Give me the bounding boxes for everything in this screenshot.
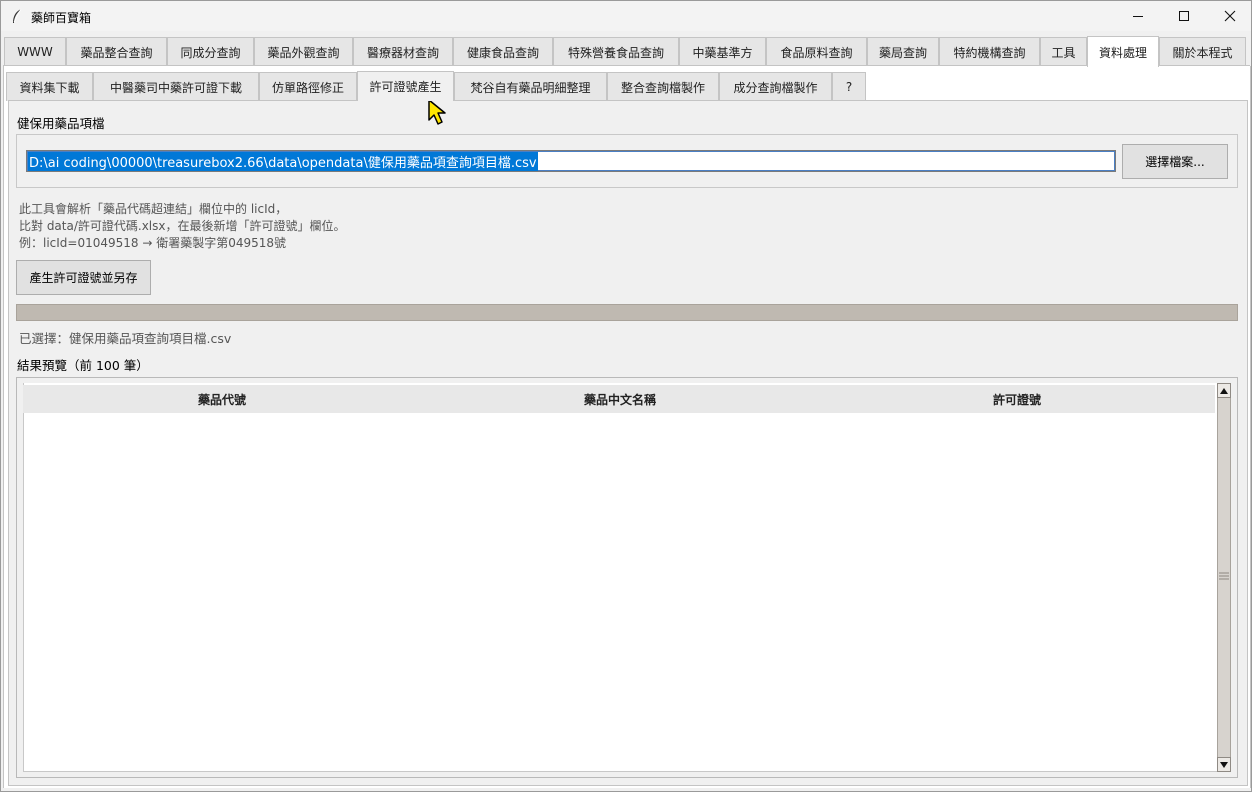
subtab-label: 許可證號產生	[369, 80, 442, 94]
close-icon	[1224, 10, 1236, 22]
scroll-up-button[interactable]	[1217, 383, 1231, 398]
window-title: 藥師百寶箱	[31, 11, 92, 25]
tab-label: 藥局查詢	[878, 45, 927, 60]
subtab-integrated-file-build[interactable]: 整合查詢檔製作	[607, 72, 719, 101]
column-header-license-number[interactable]: 許可證號	[819, 385, 1215, 413]
column-header-drug-chinese-name[interactable]: 藥品中文名稱	[421, 385, 819, 413]
tab-data-processing[interactable]: 資料處理	[1087, 36, 1159, 67]
tab-label: 特約機構查詢	[953, 45, 1026, 60]
subtab-leaflet-path-fix[interactable]: 仿單路徑修正	[259, 72, 357, 101]
tab-label: 同成分查詢	[180, 45, 241, 60]
app-window: 藥師百寶箱 WWW 藥品整合查詢 同成分查詢 藥品外觀查詢 醫療器材查詢 健康食…	[0, 0, 1252, 792]
scroll-up-arrow-icon	[1220, 387, 1228, 394]
description-line: 比對 data/許可證代碼.xlsx，在最後新增「許可證號」欄位。	[19, 219, 346, 233]
subtab-label: 資料集下載	[19, 80, 80, 95]
tab-label: 食品原料查詢	[780, 45, 853, 60]
description-line: 例：licId=01049518 → 衛署藥製字第049518號	[19, 236, 287, 250]
tab-integrated-drug-search[interactable]: 藥品整合查詢	[66, 37, 167, 66]
subtab-ingredient-file-build[interactable]: 成分查詢檔製作	[719, 72, 832, 101]
subtab-dataset-download[interactable]: 資料集下載	[6, 72, 93, 101]
tab-health-food-search[interactable]: 健康食品查詢	[453, 37, 553, 66]
result-table[interactable]	[23, 383, 1217, 772]
tab-pharmacy-search[interactable]: 藥局查詢	[867, 37, 939, 66]
sub-tab-bar: 資料集下載 中醫藥司中藥許可證下載 仿單路徑修正 許可證號產生 梵谷自有藥品明細…	[6, 71, 906, 101]
tab-drug-appearance-search[interactable]: 藥品外觀查詢	[254, 37, 353, 66]
subtab-label: 仿單路徑修正	[271, 80, 344, 95]
scroll-down-button[interactable]	[1217, 757, 1231, 772]
feather-icon	[13, 8, 22, 23]
file-path-text: D:\ai coding\00000\treasurebox2.66\data\…	[28, 151, 538, 171]
subtab-label: 梵谷自有藥品明細整理	[470, 80, 591, 95]
scroll-down-arrow-icon	[1220, 761, 1228, 768]
tab-same-ingredient-search[interactable]: 同成分查詢	[167, 37, 254, 66]
subtab-vangogh-drug-list[interactable]: 梵谷自有藥品明細整理	[454, 72, 607, 101]
file-path-input[interactable]: D:\ai coding\00000\treasurebox2.66\data\…	[26, 150, 1116, 172]
choose-file-button[interactable]: 選擇檔案...	[1122, 144, 1228, 179]
subtab-tcm-license-download[interactable]: 中醫藥司中藥許可證下載	[93, 72, 259, 101]
tab-label: 健康食品查詢	[466, 45, 539, 60]
title-bar: 藥師百寶箱	[1, 1, 1251, 31]
minimize-icon	[1133, 16, 1143, 17]
description-line: 此工具會解析「藥品代碼超連結」欄位中的 licId，	[19, 202, 288, 216]
tab-medical-device-search[interactable]: 醫療器材查詢	[353, 37, 453, 66]
tab-label: 特殊營養食品查詢	[567, 45, 664, 60]
close-button[interactable]	[1207, 1, 1252, 31]
tab-tools[interactable]: 工具	[1040, 37, 1087, 66]
mouse-pointer-icon	[428, 99, 446, 125]
result-preview-label: 結果預覽（前 100 筆）	[17, 358, 149, 373]
tab-special-nutrition-search[interactable]: 特殊營養食品查詢	[553, 37, 679, 66]
tab-label: 醫療器材查詢	[366, 45, 439, 60]
tab-food-ingredient-search[interactable]: 食品原料查詢	[766, 37, 867, 66]
tab-label: 中藥基準方	[692, 45, 753, 60]
scrollbar-grip-icon	[1219, 572, 1229, 580]
subtab-label: 整合查詢檔製作	[620, 80, 705, 95]
subtab-help[interactable]: ?	[832, 72, 866, 101]
generate-and-save-button[interactable]: 產生許可證號並另存	[16, 260, 151, 295]
minimize-button[interactable]	[1115, 1, 1161, 31]
tab-label: 工具	[1051, 45, 1076, 60]
tab-about[interactable]: 關於本程式	[1159, 37, 1246, 66]
subtab-label: ?	[845, 80, 853, 94]
subtab-license-number-generation[interactable]: 許可證號產生	[357, 71, 454, 101]
subtab-label: 中醫藥司中藥許可證下載	[109, 80, 242, 95]
selected-file-status: 已選擇：健保用藥品項查詢項目檔.csv	[19, 331, 232, 346]
tab-label: WWW	[17, 45, 53, 59]
tab-label: 藥品整合查詢	[80, 45, 153, 60]
tab-label: 關於本程式	[1172, 45, 1233, 60]
column-header-drug-code[interactable]: 藥品代號	[23, 385, 421, 413]
file-section-label: 健保用藥品項檔	[17, 116, 105, 131]
maximize-button[interactable]	[1161, 1, 1207, 31]
tab-contracted-facility-search[interactable]: 特約機構查詢	[939, 37, 1040, 66]
tab-label: 資料處理	[1098, 45, 1147, 60]
tab-www[interactable]: WWW	[4, 37, 66, 66]
progress-bar	[16, 304, 1238, 321]
subtab-label: 成分查詢檔製作	[733, 80, 818, 95]
tab-tcm-formula[interactable]: 中藥基準方	[679, 37, 766, 66]
maximize-icon	[1179, 11, 1189, 21]
main-tab-bar: WWW 藥品整合查詢 同成分查詢 藥品外觀查詢 醫療器材查詢 健康食品查詢 特殊…	[4, 36, 1250, 67]
tab-label: 藥品外觀查詢	[267, 45, 340, 60]
